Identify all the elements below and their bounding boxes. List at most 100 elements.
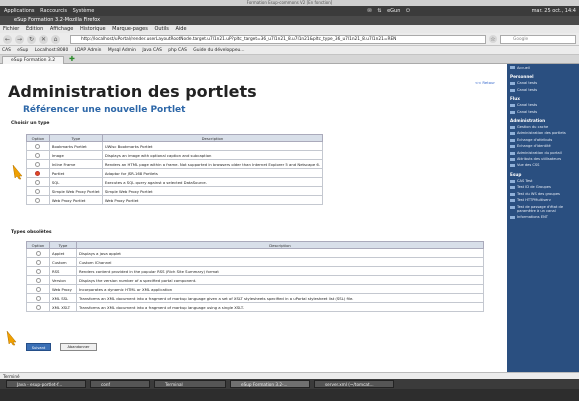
taskbar-item[interactable]: server.xml (~/tomcat...: [314, 380, 394, 388]
bookmark-item[interactable]: Guide du développeu...: [193, 48, 244, 53]
taskbar-item[interactable]: Terminal: [154, 380, 226, 388]
bookmark-item[interactable]: php CAS: [168, 48, 187, 53]
mail-icon[interactable]: ✉: [368, 6, 372, 16]
obsolete-type-radio[interactable]: [35, 304, 41, 310]
type-radio[interactable]: [35, 197, 41, 203]
type-row[interactable]: Bookmarks Portlet UWisc Bookmarks Portlet: [26, 141, 324, 151]
url-bar[interactable]: http://localhost/uPortal/render.userLayo…: [70, 35, 486, 44]
type-option-cell[interactable]: [26, 186, 50, 196]
obsolete-option-cell[interactable]: [26, 275, 50, 285]
menu-help[interactable]: Aide: [175, 26, 186, 32]
type-option-cell[interactable]: [26, 168, 50, 178]
type-option-cell[interactable]: [26, 195, 50, 205]
menu-edit[interactable]: Édition: [26, 26, 43, 32]
bookmark-star-icon[interactable]: ☆: [489, 35, 497, 43]
bookmark-item[interactable]: Mysql Admin: [108, 48, 136, 53]
panel-right: ✉ ⇅ eGun ⏻ mar. 25 oct., 14:4: [364, 6, 576, 16]
type-row[interactable]: Portlet Adaptor for JSR-168 Portlets: [26, 168, 324, 178]
obsolete-type-radio[interactable]: [35, 286, 41, 292]
status-bar: Terminé: [0, 372, 579, 379]
obsolete-type-row[interactable]: Web Proxy Incorporates a dynamic HTML or …: [26, 284, 484, 294]
taskbar-item[interactable]: conf: [90, 380, 150, 388]
obsolete-option-cell[interactable]: [26, 266, 50, 276]
search-input[interactable]: Google: [500, 35, 576, 44]
menu-tools[interactable]: Outils: [154, 26, 168, 32]
forward-icon[interactable]: →: [15, 35, 24, 44]
sidebar-item[interactable]: Vue des CSS: [507, 162, 579, 168]
obsolete-type-description: Incorporates a dynamic HTML or XML appli…: [76, 284, 484, 294]
applications-menu[interactable]: Applications: [4, 6, 35, 16]
type-option-cell[interactable]: [26, 159, 50, 169]
obsolete-type-description: Displays the version number of a specifi…: [76, 275, 484, 285]
clock[interactable]: mar. 25 oct., 14:4: [532, 6, 576, 16]
obsolete-option-cell[interactable]: [26, 293, 50, 303]
reload-icon[interactable]: ↻: [27, 35, 36, 44]
stop-icon[interactable]: ✕: [39, 35, 48, 44]
obsolete-option-cell[interactable]: [26, 284, 50, 294]
shortcuts-menu[interactable]: Raccourcis: [40, 6, 67, 16]
type-row[interactable]: SQL Executes a SQL query against a select…: [26, 177, 324, 187]
obsolete-option-cell[interactable]: [26, 302, 50, 312]
type-radio[interactable]: [35, 161, 41, 167]
taskbar-item[interactable]: eSup Formation 3.2-...: [230, 380, 310, 388]
bookmark-item[interactable]: eSup: [17, 48, 28, 53]
type-row[interactable]: Inline Frame Renders an HTML page within …: [26, 159, 324, 169]
next-button[interactable]: Suivant: [26, 343, 51, 351]
new-tab-icon[interactable]: ✚: [69, 56, 75, 63]
page-content: << Retour Administration des portlets Ré…: [0, 64, 507, 372]
type-option-cell[interactable]: [26, 177, 50, 187]
obsolete-type-radio[interactable]: [35, 250, 41, 256]
taskbar-item[interactable]: Java - esup-portlet-f...: [6, 380, 86, 388]
tab-strip: eSup Formation 3.2 ✚: [0, 55, 579, 64]
sidebar-item[interactable]: Test de passage d'état de paramètre à un…: [507, 204, 579, 215]
type-row[interactable]: Web Proxy Portlet Web Proxy Portlet: [26, 195, 324, 205]
cancel-button[interactable]: Abandonner: [60, 343, 97, 351]
obsolete-type-name: RSS: [49, 266, 77, 276]
type-radio[interactable]: [35, 179, 41, 185]
bookmark-item[interactable]: CAS: [2, 48, 11, 53]
obsolete-type-row[interactable]: XML XSLT Transforms an XML document into …: [26, 302, 484, 312]
obsolete-type-row[interactable]: RSS Renders content provided in the popul…: [26, 266, 484, 276]
type-radio[interactable]: [35, 188, 41, 194]
obsolete-option-cell[interactable]: [26, 257, 50, 267]
obsolete-type-row[interactable]: Applet Displays a java applet: [26, 248, 484, 258]
obsolete-type-radio[interactable]: [35, 277, 41, 283]
sidebar-item-home[interactable]: Accueil: [507, 64, 579, 71]
sidebar-item[interactable]: Canal tests: [507, 87, 579, 93]
type-row[interactable]: Simple Web Proxy Portlet Simple Web Proxy…: [26, 186, 324, 196]
back-link[interactable]: << Retour: [475, 80, 495, 85]
type-name: Portlet: [48, 168, 103, 178]
power-icon[interactable]: ⏻: [406, 6, 410, 16]
menu-history[interactable]: Historique: [80, 26, 106, 32]
network-icon[interactable]: ⇅: [377, 6, 381, 16]
obsolete-type-radio[interactable]: [35, 268, 41, 274]
menu-bookmarks[interactable]: Marque-pages: [112, 26, 148, 32]
column-header: Description: [101, 134, 324, 142]
menu-file[interactable]: Fichier: [3, 26, 19, 32]
tab-esup-formation[interactable]: eSup Formation 3.2: [2, 56, 64, 64]
obsolete-type-radio[interactable]: [35, 295, 41, 301]
obsolete-type-row[interactable]: Version Displays the version number of a …: [26, 275, 484, 285]
type-option-cell[interactable]: [26, 141, 50, 151]
obsolete-type-row[interactable]: Custom Custom IChannel: [26, 257, 484, 267]
bookmark-item[interactable]: Localhost:8080: [35, 48, 69, 53]
user-menu[interactable]: eGun: [387, 6, 400, 16]
sidebar-section-title: Personnel: [510, 74, 534, 80]
type-radio[interactable]: [35, 143, 41, 149]
obsolete-type-radio[interactable]: [35, 259, 41, 265]
type-option-cell[interactable]: [26, 150, 50, 160]
sidebar-item[interactable]: Informations ENT: [507, 214, 579, 220]
bookmark-item[interactable]: Java CAS: [142, 48, 162, 53]
type-row[interactable]: Image Displays an image with optional cap…: [26, 150, 324, 160]
bookmark-item[interactable]: LDAP Admin: [75, 48, 102, 53]
type-radio[interactable]: [35, 170, 41, 176]
obsolete-type-row[interactable]: XML SSL Transforms an XML document into a…: [26, 293, 484, 303]
arrow-pointer-icon: [12, 164, 23, 180]
back-icon[interactable]: ←: [3, 35, 12, 44]
system-menu[interactable]: Système: [73, 6, 95, 16]
menu-view[interactable]: Affichage: [50, 26, 74, 32]
type-radio[interactable]: [35, 152, 41, 158]
home-icon[interactable]: ⌂: [51, 35, 60, 44]
sidebar-item[interactable]: Canal tests: [507, 109, 579, 115]
obsolete-option-cell[interactable]: [26, 248, 50, 258]
